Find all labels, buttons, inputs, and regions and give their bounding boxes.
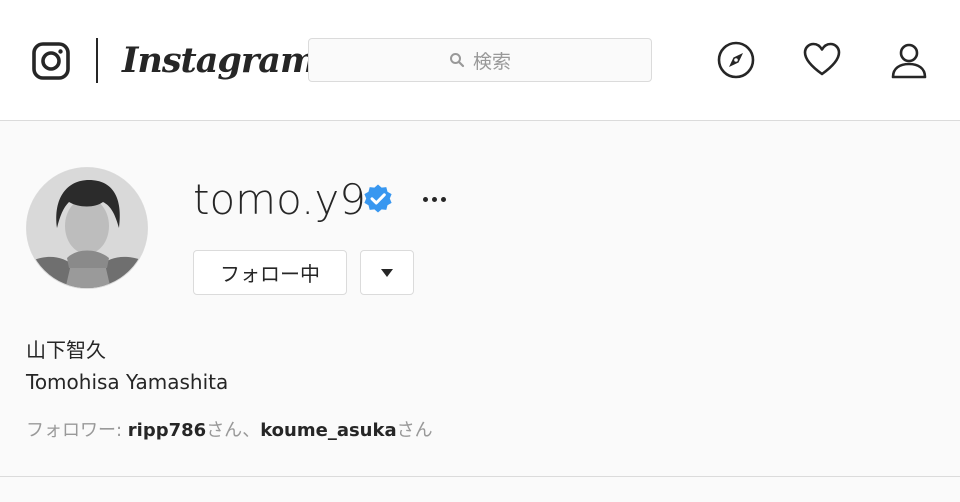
- profile-bio: Tomohisa Yamashita: [26, 370, 229, 394]
- follower-separator: 、: [242, 420, 261, 441]
- search-box[interactable]: 検索: [308, 38, 652, 82]
- more-dot: [422, 196, 428, 202]
- more-dot: [440, 196, 446, 202]
- follower-username[interactable]: koume_asuka: [260, 420, 396, 441]
- avatar-photo: [27, 168, 147, 288]
- follower-link[interactable]: koume_asuka: [260, 420, 396, 441]
- follower-link[interactable]: ripp786: [128, 420, 206, 441]
- heart-icon[interactable]: [802, 40, 842, 80]
- search-placeholder: 検索: [472, 50, 511, 73]
- logo-divider: [96, 38, 98, 83]
- profile-username: tomo.y9: [193, 175, 366, 224]
- suggestions-dropdown-button[interactable]: [360, 250, 414, 295]
- stats-divider: [0, 476, 960, 477]
- top-nav-bar: Instagram 検索: [0, 0, 960, 121]
- profile-icon[interactable]: [889, 40, 929, 80]
- search-icon: [449, 53, 465, 68]
- follower-username[interactable]: ripp786: [128, 420, 206, 441]
- profile-avatar[interactable]: [26, 167, 148, 289]
- follower-suffix: さん: [206, 420, 243, 441]
- following-button[interactable]: フォロー中: [193, 250, 347, 295]
- follower-suffix: さん: [396, 420, 433, 441]
- instagram-wordmark[interactable]: Instagram: [122, 38, 317, 84]
- followed-by-prefix: フォロワー:: [26, 420, 128, 441]
- verified-badge-icon: [364, 184, 392, 213]
- more-dot: [431, 196, 437, 202]
- more-options-button[interactable]: [418, 187, 450, 211]
- explore-compass-icon[interactable]: [716, 40, 756, 80]
- followed-by-line: フォロワー: ripp786さん、koume_asukaさん: [26, 418, 433, 444]
- instagram-glyph-icon[interactable]: [31, 41, 71, 81]
- caret-down-icon: [381, 268, 393, 277]
- profile-full-name: 山下智久: [26, 338, 106, 362]
